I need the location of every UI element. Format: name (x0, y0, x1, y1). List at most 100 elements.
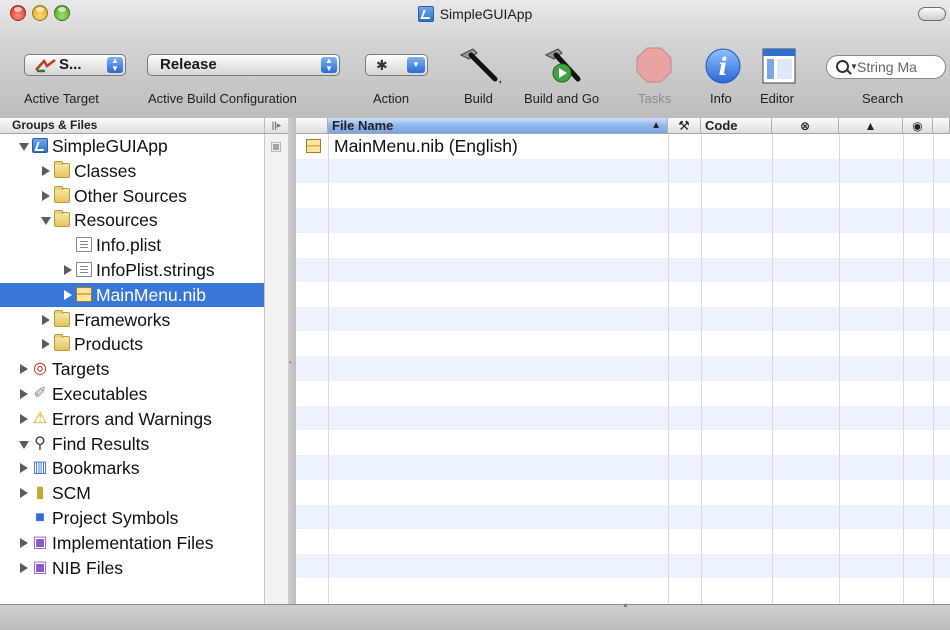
sort-ascending-icon: ▲ (651, 120, 661, 131)
outline-item-label: Info.plist (96, 235, 162, 256)
search-label: Search (862, 91, 904, 106)
outline-item[interactable]: ▣ Implementation Files (0, 531, 264, 555)
outline-item[interactable]: Classes (0, 159, 264, 183)
action-popup[interactable]: ✱ ▼ (365, 54, 428, 76)
column-code-header[interactable]: Code (701, 118, 772, 134)
disclosure-closed-icon[interactable] (20, 413, 28, 424)
active-target-popup[interactable]: S... ▲ ▼ (24, 54, 126, 76)
empty-row (296, 405, 950, 431)
outline-item[interactable]: SimpleGUIApp (0, 134, 264, 158)
outline-item[interactable]: Products (0, 332, 264, 356)
search-field[interactable]: ▼ String Ma (826, 55, 946, 79)
window-title-text: SimpleGUIApp (439, 6, 533, 22)
smart-group-icon: ▣ (32, 533, 48, 551)
disclosure-open-icon[interactable] (19, 440, 29, 449)
outline-item[interactable]: ▣ NIB Files (0, 556, 264, 580)
outline-item[interactable]: Frameworks (0, 308, 264, 332)
disclosure-closed-icon[interactable] (20, 488, 28, 499)
build-label: Build (464, 91, 493, 106)
warning-icon: ⚠ (32, 409, 48, 427)
list-options-icon[interactable] (271, 142, 281, 152)
symbols-cube-icon: ■ (35, 509, 45, 526)
outline-item[interactable]: ■ Project Symbols (0, 506, 264, 530)
disclosure-open-icon[interactable] (41, 217, 51, 226)
outline-item[interactable]: ▮ SCM (0, 481, 264, 505)
disclosure-open-icon[interactable] (19, 143, 29, 151)
target-app-icon (35, 58, 56, 73)
outline-item-label: Targets (52, 359, 110, 380)
disclosure-closed-icon[interactable] (20, 463, 28, 474)
groups-outline: SimpleGUIApp Classes Other Sources Resource… (0, 134, 264, 604)
outline-item-label: Products (74, 334, 144, 355)
search-icon (836, 60, 849, 73)
empty-row (296, 208, 950, 233)
disclosure-closed-icon[interactable] (64, 289, 72, 300)
column-warnings-header[interactable]: ▲ (839, 118, 903, 134)
outline-item-label: Executables (52, 384, 148, 404)
popup-stepper-icon: ▲ ▼ (321, 57, 337, 73)
build-hammer-small-icon: ⚒ (678, 118, 690, 133)
warning-triangle-icon: ▲ (864, 119, 877, 133)
pane-split-icon[interactable]: ||▸ (264, 118, 288, 133)
disclosure-closed-icon[interactable] (42, 339, 50, 350)
empty-row (296, 553, 950, 579)
column-target-header[interactable]: ◉ (903, 118, 933, 134)
disclosure-closed-icon[interactable] (42, 190, 50, 201)
build-configuration-popup[interactable]: Release ▲ ▼ (147, 54, 340, 76)
chevron-down-icon: ▼ (407, 57, 425, 73)
outline-item[interactable]: MainMenu.nib (0, 282, 264, 307)
column-divider (903, 134, 904, 604)
info-icon[interactable]: i (700, 45, 746, 87)
resize-grip-icon[interactable]: ▲ (622, 602, 629, 609)
outline-item[interactable]: ✐ Executables (0, 382, 264, 406)
disclosure-closed-icon[interactable] (42, 314, 50, 325)
column-file-icon-header[interactable] (296, 118, 328, 134)
outline-item[interactable]: Other Sources (0, 184, 264, 208)
error-circle-icon: ⊗ (799, 119, 811, 133)
outline-item[interactable]: Resources (0, 208, 264, 232)
column-divider (328, 134, 329, 604)
outline-item[interactable]: InfoPlist.strings (0, 258, 264, 282)
outline-item[interactable]: ◎ Targets (0, 357, 264, 381)
xcode-project-window: SimpleGUIApp S... ▲ ▼ Active Target Relea… (0, 0, 950, 630)
outline-item-label: Resources (74, 210, 158, 231)
outline-item-label: Find Results (52, 433, 150, 454)
disclosure-closed-icon[interactable] (20, 562, 28, 573)
disclosure-closed-icon[interactable] (20, 364, 28, 375)
executables-icon: ✐ (33, 385, 47, 402)
empty-row (296, 455, 950, 480)
column-file-name-header[interactable]: File Name ▲ (328, 118, 668, 134)
build-and-go-label: Build and Go (524, 91, 600, 106)
toolbar-toggle-button[interactable] (918, 7, 946, 21)
disclosure-closed-icon[interactable] (20, 389, 28, 399)
outline-item[interactable]: ▥ Bookmarks (0, 456, 264, 480)
bookmarks-icon: ▥ (32, 459, 48, 477)
editor-icon[interactable] (757, 45, 803, 87)
outline-item-label: Project Symbols (52, 508, 179, 528)
empty-row (296, 430, 950, 455)
disclosure-closed-icon[interactable] (42, 165, 50, 176)
column-divider (772, 134, 773, 604)
build-hammer-icon[interactable] (455, 45, 501, 87)
window-title: SimpleGUIApp (0, 5, 950, 23)
pane-splitter[interactable]: • (288, 118, 296, 604)
svg-text:i: i (718, 52, 727, 81)
outline-item[interactable]: ⚠ Errors and Warnings (0, 407, 264, 431)
outline-gutter (264, 134, 288, 604)
disclosure-closed-icon[interactable] (20, 537, 28, 548)
outline-item[interactable]: Info.plist (0, 233, 264, 257)
groups-and-files-header: Groups & Files ||▸ (0, 118, 288, 134)
stop-tasks-icon[interactable] (633, 45, 679, 87)
outline-item-label: Frameworks (74, 309, 171, 330)
outline-item[interactable]: ⚲ Find Results (0, 432, 264, 456)
file-name-cell: MainMenu.nib (English) (334, 136, 518, 156)
outline-item-label: Classes (74, 160, 137, 181)
disclosure-closed-icon[interactable] (64, 265, 72, 275)
empty-row (296, 579, 950, 604)
file-row[interactable]: MainMenu.nib (English) (296, 134, 950, 159)
nib-file-icon (306, 139, 321, 153)
build-and-go-icon[interactable] (540, 45, 586, 87)
column-divider (933, 134, 934, 604)
column-errors-header[interactable]: ⊗ (772, 118, 839, 134)
column-build-header[interactable]: ⚒ (668, 118, 701, 134)
